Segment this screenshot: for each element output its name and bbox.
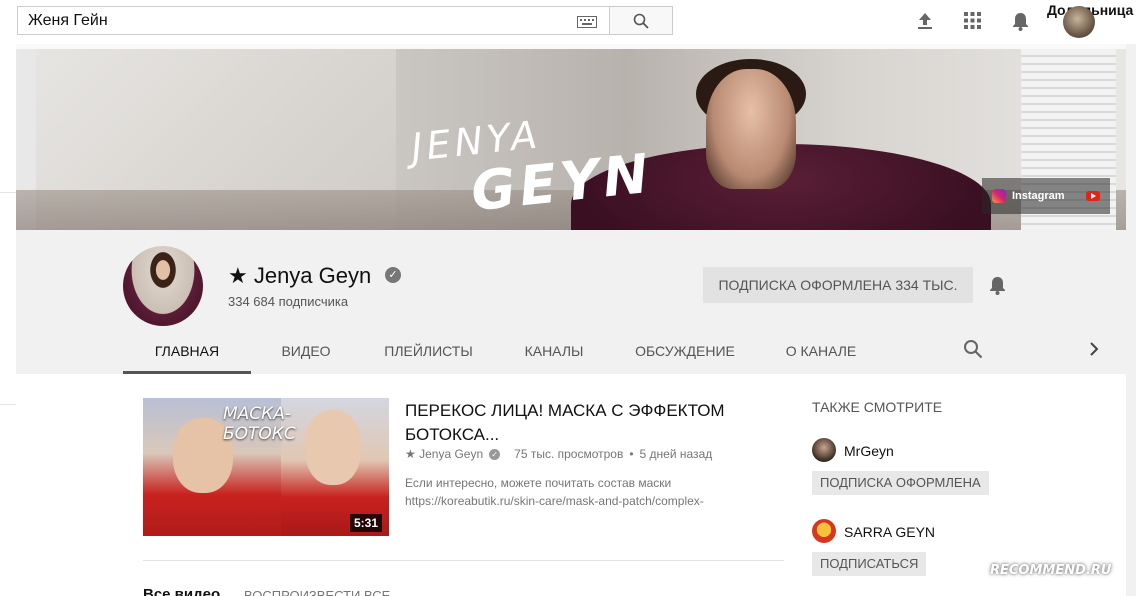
channel-avatar[interactable]	[123, 246, 203, 326]
top-bar: Дoдельница	[0, 0, 1136, 44]
youtube-icon[interactable]	[1086, 191, 1100, 201]
search-bar	[17, 6, 673, 35]
description-link[interactable]: https://koreabutik.ru/skin-care/mask-and…	[405, 492, 765, 510]
apps-grid-icon[interactable]	[964, 12, 981, 34]
tab-discussion[interactable]: ОБСУЖДЕНИЕ	[612, 334, 758, 374]
tab-videos[interactable]: ВИДЕО	[251, 334, 361, 374]
subscribed-button[interactable]: ПОДПИСКА ОФОРМЛЕНА 334 ТЫС.	[703, 267, 973, 303]
featured-video-title[interactable]: ПЕРЕКОС ЛИЦА! МАСКА С ЭФФЕКТОМ БОТОКСА..…	[405, 399, 765, 447]
related-subscribe-button[interactable]: ПОДПИСАТЬСЯ	[812, 552, 927, 576]
thumbnail-caption: МАСКА- БОТОКС	[223, 404, 296, 444]
verified-check-icon: ✓	[489, 448, 501, 460]
banner-links: Instagram	[982, 178, 1110, 214]
meta-separator: •	[629, 447, 634, 461]
search-input[interactable]	[17, 6, 609, 35]
related-channel-avatar[interactable]	[812, 519, 836, 543]
banner-person	[706, 69, 796, 189]
related-channel-avatar[interactable]	[812, 438, 836, 462]
video-channel-name[interactable]: ★ Jenya Geyn	[405, 447, 483, 461]
upload-icon[interactable]	[917, 12, 933, 35]
video-views: 75 тыс. просмотров	[514, 447, 624, 461]
all-videos-heading[interactable]: Все видео	[143, 586, 220, 596]
watermark-logo: RECOMMEND.RU	[990, 563, 1112, 578]
left-rail	[0, 44, 16, 596]
section-divider	[143, 560, 784, 561]
keyboard-icon[interactable]	[577, 15, 597, 33]
channel-banner: JENYA GEYN Instagram	[16, 49, 1126, 230]
instagram-icon[interactable]	[992, 189, 1006, 203]
related-channels-title: ТАКЖЕ СМОТРИТЕ	[812, 399, 943, 415]
notifications-bell-icon[interactable]	[1012, 12, 1029, 36]
tab-channels[interactable]: КАНАЛЫ	[496, 334, 612, 374]
featured-video-description: Если интересно, можете почитать состав м…	[405, 474, 765, 510]
search-button[interactable]	[609, 6, 673, 35]
tab-playlists[interactable]: ПЛЕЙЛИСТЫ	[361, 334, 496, 374]
subscriber-count: 334 684 подписчика	[228, 294, 349, 309]
play-all-button[interactable]: ВОСПРОИЗВЕСТИ ВСЕ	[244, 588, 390, 596]
left-divider	[0, 404, 16, 405]
thumbnail-face-right	[305, 410, 361, 485]
channel-bell-icon[interactable]	[989, 276, 1006, 300]
search-icon	[633, 13, 649, 29]
verified-check-icon: ✓	[385, 267, 401, 283]
related-channel-name[interactable]: MrGeyn	[844, 443, 894, 459]
left-divider	[0, 192, 16, 193]
account-avatar[interactable]	[1063, 6, 1095, 38]
video-age: 5 дней назад	[639, 447, 713, 461]
scrollbar[interactable]	[1126, 44, 1136, 596]
video-duration-badge: 5:31	[350, 514, 383, 532]
channel-name: ★ Jenya Geyn	[228, 263, 372, 288]
related-channel-name[interactable]: SARRA GEYN	[844, 524, 935, 540]
channel-tabs: ГЛАВНАЯ ВИДЕО ПЛЕЙЛИСТЫ КАНАЛЫ ОБСУЖДЕНИ…	[123, 334, 884, 374]
featured-video-meta: ★ Jenya Geyn ✓ 75 тыс. просмотров • 5 дн…	[405, 447, 712, 461]
tab-about[interactable]: О КАНАЛЕ	[758, 334, 884, 374]
chevron-right-icon[interactable]	[1089, 341, 1099, 362]
instagram-link[interactable]: Instagram	[1012, 190, 1080, 202]
channel-search-icon[interactable]	[963, 339, 983, 364]
related-subscribed-button[interactable]: ПОДПИСКА ОФОРМЛЕНА	[812, 471, 989, 495]
description-line: Если интересно, можете почитать состав м…	[405, 476, 672, 490]
tab-home[interactable]: ГЛАВНАЯ	[123, 334, 251, 374]
